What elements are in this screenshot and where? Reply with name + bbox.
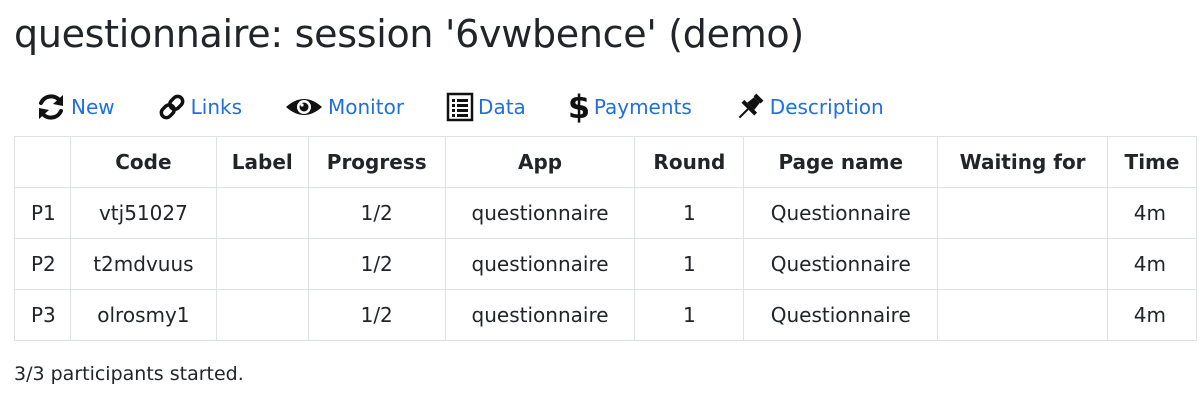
participant-id: P1 — [14, 187, 71, 239]
participant-app: questionnaire — [444, 289, 636, 341]
col-header-page-name: Page name — [743, 136, 939, 188]
nav-description-label: Description — [769, 95, 884, 119]
col-header-code: Code — [69, 136, 217, 188]
participant-round: 1 — [634, 187, 745, 239]
participant-time: 4m — [1107, 238, 1197, 290]
table-header-row: Code Label Progress App Round Page name … — [14, 136, 1197, 188]
col-header-app: App — [444, 136, 636, 188]
table-row: P1 vtj51027 1/2 questionnaire 1 Question… — [14, 187, 1197, 239]
nav-data-label: Data — [478, 95, 526, 119]
participant-time: 4m — [1107, 187, 1197, 239]
participant-code: t2mdvuus — [69, 238, 217, 290]
eye-icon — [284, 95, 324, 119]
col-header-time: Time — [1107, 136, 1197, 188]
col-header-id — [14, 136, 71, 188]
participant-round: 1 — [634, 289, 745, 341]
participants-status: 3/3 participants started. — [14, 363, 244, 385]
pin-icon — [734, 91, 766, 123]
nav-payments-label: Payments — [593, 95, 692, 119]
participant-time: 4m — [1107, 289, 1197, 341]
refresh-icon — [35, 91, 67, 123]
nav-data-link[interactable]: Data — [446, 92, 526, 122]
participant-page-name: Questionnaire — [743, 187, 939, 239]
participant-waiting-for — [937, 289, 1109, 341]
col-header-progress: Progress — [307, 136, 446, 188]
participant-progress: 1/2 — [307, 289, 446, 341]
participant-waiting-for — [937, 187, 1109, 239]
participant-id: P2 — [14, 238, 71, 290]
participant-label — [215, 238, 309, 290]
participant-label — [215, 187, 309, 239]
participant-app: questionnaire — [444, 238, 636, 290]
col-header-label: Label — [215, 136, 309, 188]
nav-links-link[interactable]: Links — [157, 92, 242, 122]
participants-table: Code Label Progress App Round Page name … — [14, 136, 1197, 341]
nav-new-label: New — [71, 95, 115, 119]
nav-payments-link[interactable]: $ Payments — [568, 90, 692, 124]
participant-page-name: Questionnaire — [743, 289, 939, 341]
participant-app: questionnaire — [444, 187, 636, 239]
nav-monitor-label: Monitor — [328, 95, 405, 119]
participant-code: vtj51027 — [69, 187, 217, 239]
participant-page-name: Questionnaire — [743, 238, 939, 290]
nav-monitor-link[interactable]: Monitor — [284, 95, 404, 119]
participant-id: P3 — [14, 289, 71, 341]
participant-progress: 1/2 — [307, 238, 446, 290]
col-header-round: Round — [634, 136, 745, 188]
participant-waiting-for — [937, 238, 1109, 290]
nav-links-label: Links — [190, 95, 243, 119]
table-row: P2 t2mdvuus 1/2 questionnaire 1 Question… — [14, 238, 1197, 290]
participant-code: olrosmy1 — [69, 289, 217, 341]
link-icon — [157, 92, 187, 122]
session-nav: New Links Monitor Data $ Payments Descri… — [35, 88, 884, 126]
page-title: questionnaire: session '6vwbence' (demo) — [14, 12, 804, 56]
dollar-icon: $ — [568, 90, 590, 124]
col-header-waiting-for: Waiting for — [937, 136, 1109, 188]
participant-progress: 1/2 — [307, 187, 446, 239]
participant-round: 1 — [634, 238, 745, 290]
table-row: P3 olrosmy1 1/2 questionnaire 1 Question… — [14, 289, 1197, 341]
svg-text:$: $ — [568, 90, 590, 124]
participant-label — [215, 289, 309, 341]
nav-new-link[interactable]: New — [35, 91, 115, 123]
nav-description-link[interactable]: Description — [734, 91, 884, 123]
list-icon — [446, 92, 474, 122]
